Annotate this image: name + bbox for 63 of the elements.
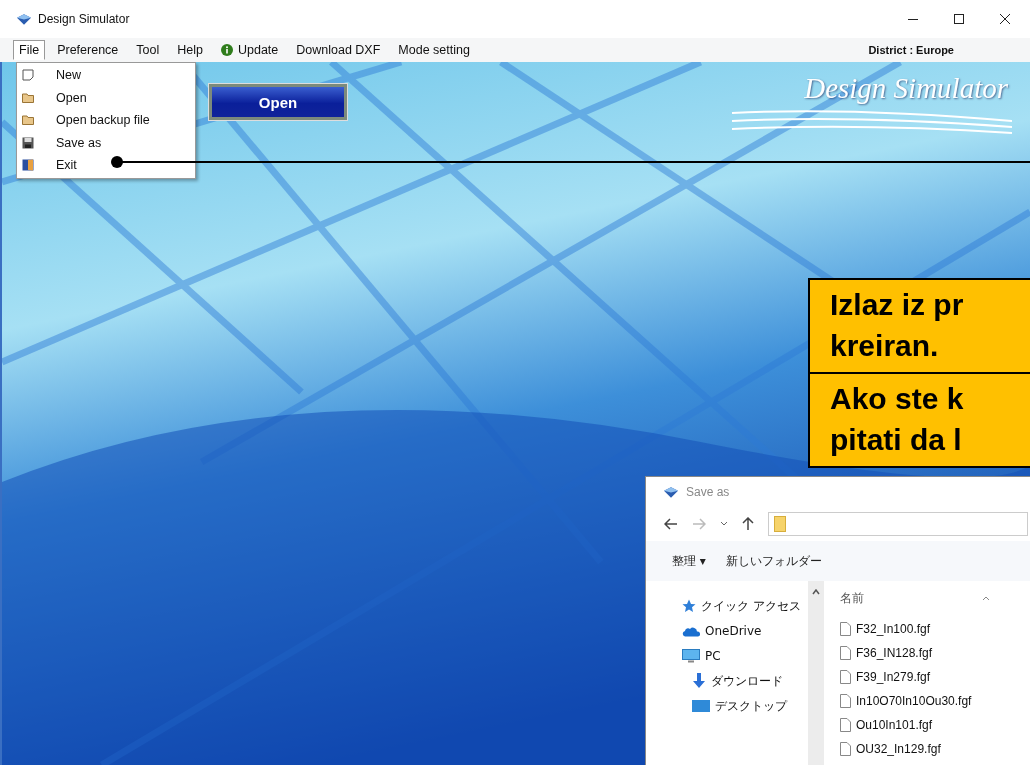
maximize-icon[interactable]	[954, 14, 964, 24]
menu-item[interactable]: Help	[171, 40, 209, 60]
menu-item[interactable]: Open backup file	[56, 113, 150, 128]
window-title: Design Simulator	[38, 12, 130, 26]
menu-item[interactable]: Open	[56, 90, 87, 105]
close-icon[interactable]	[1000, 14, 1010, 24]
menu-item[interactable]: Preference	[51, 40, 125, 60]
menu-item[interactable]: Mode setting	[392, 40, 476, 60]
column-header[interactable]: 名前	[840, 589, 864, 607]
chevron-down-icon[interactable]	[720, 521, 728, 527]
callout-text: Ako ste k	[830, 381, 965, 417]
open-button[interactable]: Open	[209, 84, 347, 120]
nav-item[interactable]: ダウンロード	[682, 672, 808, 690]
back-arrow-icon[interactable]	[664, 518, 678, 530]
menu-item[interactable]: Tool	[130, 40, 166, 60]
app-logo-icon	[664, 486, 678, 498]
list-entry[interactable]: Ou10In101.fgf	[840, 715, 1030, 735]
menu-item[interactable]: Download DXF	[290, 40, 387, 60]
scrollbar[interactable]	[808, 581, 824, 765]
toolbar-button[interactable]: 新しいフォルダー	[725, 552, 822, 570]
nav-item[interactable]: クイック アクセス	[682, 597, 808, 615]
callout-text: pitati da l	[830, 422, 963, 458]
folder-icon	[774, 516, 786, 532]
info-icon	[220, 44, 233, 56]
folder-icon	[22, 114, 34, 127]
folder-icon	[22, 91, 34, 104]
list-entry[interactable]: In10O70In10Ou30.fgf	[840, 691, 1030, 711]
scroll-up-icon[interactable]	[812, 589, 820, 595]
nav-item[interactable]: PC	[682, 647, 808, 665]
dialog-title: Save as	[686, 485, 730, 499]
download-arrow-icon	[692, 673, 706, 689]
cloud-icon	[682, 625, 700, 637]
callout-text: Izlaz iz pr	[830, 287, 965, 323]
up-arrow-icon[interactable]	[742, 517, 754, 531]
monitor-icon	[682, 649, 700, 663]
file-icon	[840, 742, 851, 756]
logo-text: Design Simulator	[804, 72, 1009, 105]
desktop-icon	[692, 700, 710, 712]
menu-item[interactable]: Save as	[56, 135, 102, 150]
door-icon	[22, 159, 34, 172]
sort-caret-icon	[982, 595, 990, 601]
page-icon	[22, 69, 34, 82]
file-icon	[840, 670, 851, 684]
list-entry[interactable]: F39_In279.fgf	[840, 667, 1030, 687]
menu-item[interactable]: New	[56, 68, 81, 83]
file-icon	[840, 622, 851, 636]
list-entry[interactable]: F36_IN128.fgf	[840, 643, 1030, 663]
app-logo-icon	[17, 13, 31, 25]
file-icon	[840, 646, 851, 660]
menu-item[interactable]: Update	[214, 40, 285, 60]
callout-text: kreiran.	[830, 328, 940, 364]
district-label: District : Europe	[868, 44, 954, 56]
list-entry[interactable]: F32_In100.fgf	[840, 619, 1030, 639]
star-icon	[682, 599, 696, 613]
file-icon	[840, 718, 851, 732]
address-field[interactable]	[768, 512, 1028, 536]
menu-item[interactable]: File	[13, 40, 46, 60]
toolbar-button[interactable]: 整理 ▾	[672, 552, 706, 570]
menu-item[interactable]: Exit	[56, 158, 77, 173]
nav-item[interactable]: デスクトップ	[682, 697, 808, 715]
file-icon	[840, 694, 851, 708]
nav-item[interactable]: OneDrive	[682, 622, 808, 640]
list-entry[interactable]: OU32_In129.fgf	[840, 739, 1030, 759]
